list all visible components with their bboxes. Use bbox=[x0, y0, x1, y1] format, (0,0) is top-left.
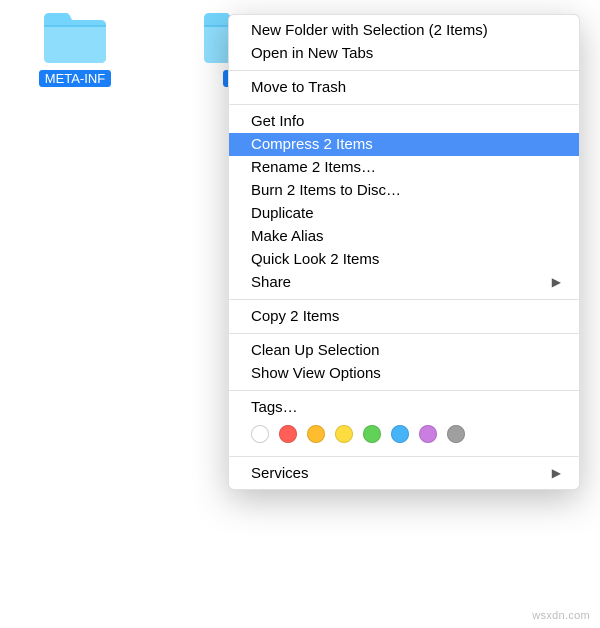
menu-label: Clean Up Selection bbox=[251, 339, 379, 362]
menu-label: Share bbox=[251, 271, 291, 294]
menu-item-open-new-tabs[interactable]: Open in New Tabs bbox=[229, 42, 579, 65]
menu-label: Open in New Tabs bbox=[251, 42, 373, 65]
menu-item-rename[interactable]: Rename 2 Items… bbox=[229, 156, 579, 179]
menu-item-tags[interactable]: Tags… bbox=[229, 396, 579, 419]
menu-item-copy[interactable]: Copy 2 Items bbox=[229, 305, 579, 328]
menu-separator bbox=[229, 299, 579, 300]
menu-label: Copy 2 Items bbox=[251, 305, 339, 328]
menu-label: Burn 2 Items to Disc… bbox=[251, 179, 401, 202]
menu-label: Show View Options bbox=[251, 362, 381, 385]
menu-item-move-to-trash[interactable]: Move to Trash bbox=[229, 76, 579, 99]
menu-item-make-alias[interactable]: Make Alias bbox=[229, 225, 579, 248]
menu-item-share[interactable]: Share ▶ bbox=[229, 271, 579, 294]
finder-desktop[interactable]: META-INF sy New Folder with Selection (2… bbox=[0, 0, 600, 628]
menu-label: Quick Look 2 Items bbox=[251, 248, 379, 271]
folder-label: META-INF bbox=[39, 70, 111, 87]
menu-item-quick-look[interactable]: Quick Look 2 Items bbox=[229, 248, 579, 271]
tag-color-blue[interactable] bbox=[391, 425, 409, 443]
menu-label: Get Info bbox=[251, 110, 304, 133]
menu-item-compress[interactable]: Compress 2 Items bbox=[229, 133, 579, 156]
menu-label: Duplicate bbox=[251, 202, 314, 225]
menu-item-services[interactable]: Services ▶ bbox=[229, 462, 579, 485]
tag-color-gray[interactable] bbox=[447, 425, 465, 443]
menu-label: Tags… bbox=[251, 396, 298, 419]
tag-color-green[interactable] bbox=[363, 425, 381, 443]
menu-item-new-folder-selection[interactable]: New Folder with Selection (2 Items) bbox=[229, 19, 579, 42]
tag-clear-button[interactable] bbox=[251, 425, 269, 443]
menu-item-show-view-options[interactable]: Show View Options bbox=[229, 362, 579, 385]
menu-label: Make Alias bbox=[251, 225, 324, 248]
menu-item-clean-up-selection[interactable]: Clean Up Selection bbox=[229, 339, 579, 362]
menu-separator bbox=[229, 70, 579, 71]
menu-label: Services bbox=[251, 462, 309, 485]
menu-item-duplicate[interactable]: Duplicate bbox=[229, 202, 579, 225]
menu-label: Move to Trash bbox=[251, 76, 346, 99]
tag-color-row bbox=[229, 419, 579, 451]
tag-color-red[interactable] bbox=[279, 425, 297, 443]
tag-color-orange[interactable] bbox=[307, 425, 325, 443]
menu-label: New Folder with Selection (2 Items) bbox=[251, 19, 488, 42]
menu-separator bbox=[229, 456, 579, 457]
submenu-arrow-icon: ▶ bbox=[552, 462, 561, 485]
menu-label: Compress 2 Items bbox=[251, 133, 373, 156]
folder-item-meta-inf[interactable]: META-INF bbox=[30, 10, 120, 87]
menu-separator bbox=[229, 333, 579, 334]
menu-separator bbox=[229, 104, 579, 105]
context-menu: New Folder with Selection (2 Items) Open… bbox=[228, 14, 580, 490]
menu-item-get-info[interactable]: Get Info bbox=[229, 110, 579, 133]
tag-color-purple[interactable] bbox=[419, 425, 437, 443]
tag-color-yellow[interactable] bbox=[335, 425, 353, 443]
menu-separator bbox=[229, 390, 579, 391]
submenu-arrow-icon: ▶ bbox=[552, 271, 561, 294]
menu-item-burn-to-disc[interactable]: Burn 2 Items to Disc… bbox=[229, 179, 579, 202]
watermark-text: wsxdn.com bbox=[532, 610, 590, 622]
menu-label: Rename 2 Items… bbox=[251, 156, 376, 179]
folder-icon bbox=[40, 10, 110, 66]
